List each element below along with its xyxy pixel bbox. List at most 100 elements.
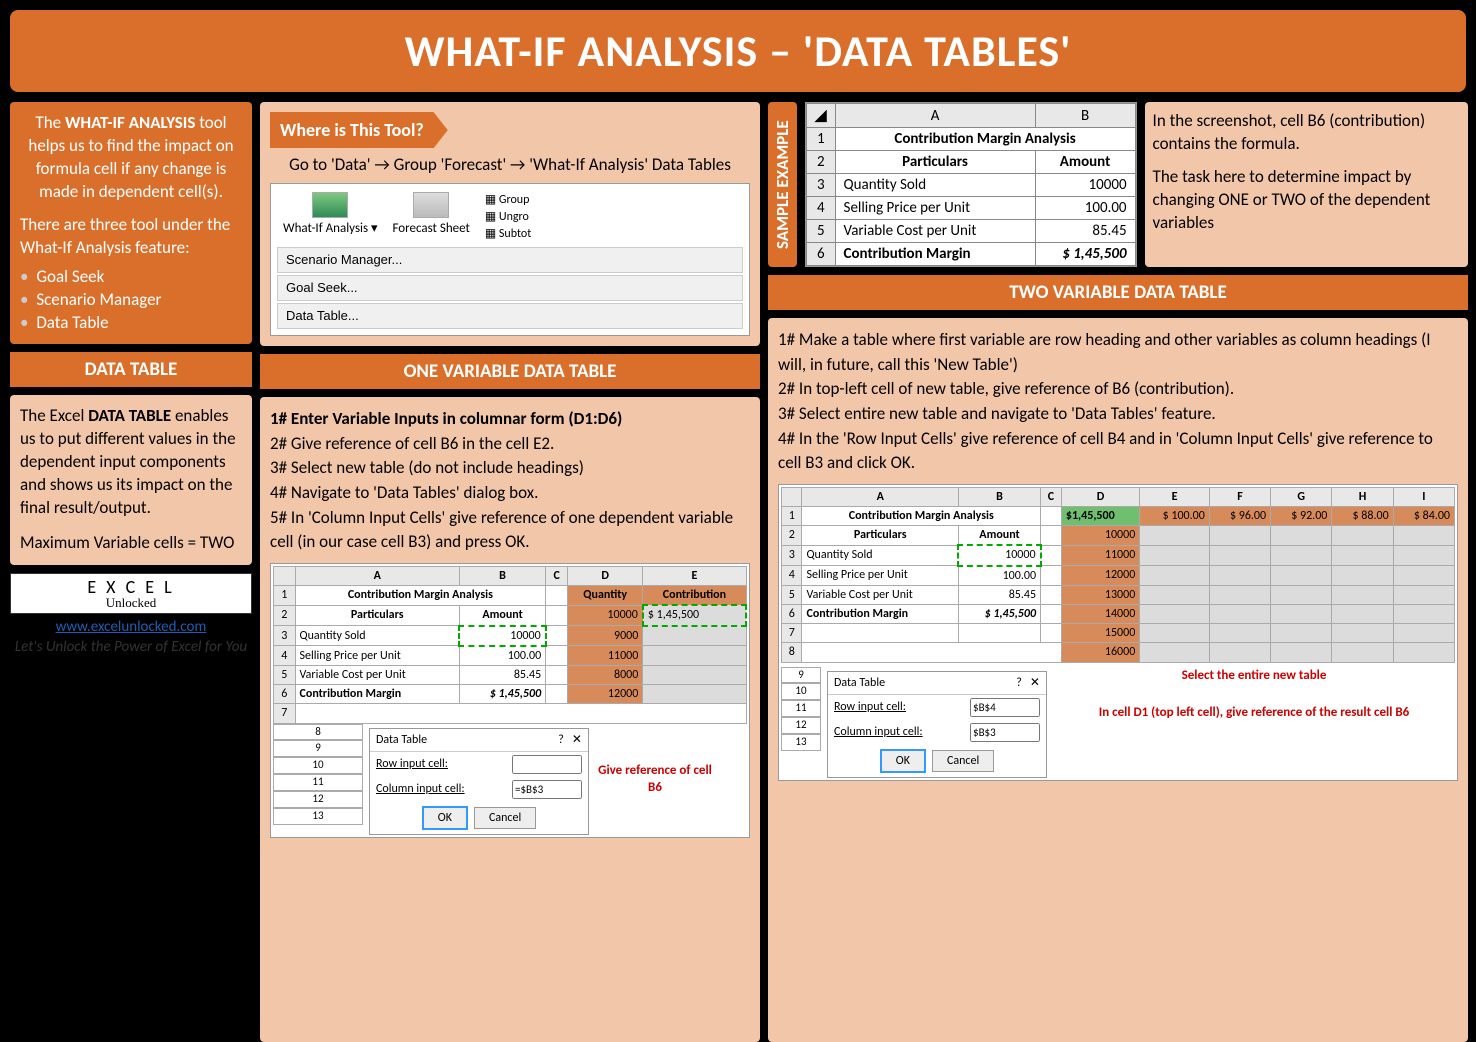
annotation: In cell D1 (top left cell), give referen… bbox=[1053, 704, 1455, 722]
c: Variable Cost per Unit bbox=[802, 585, 958, 604]
col-input[interactable] bbox=[512, 780, 582, 799]
t: 3# Select entire new table and navigate … bbox=[778, 402, 1458, 427]
ok-button[interactable]: OK bbox=[880, 749, 926, 773]
t: There are three tool under the What-If A… bbox=[20, 214, 242, 260]
menu-item: Data Table... bbox=[277, 303, 743, 329]
ok-button[interactable]: OK bbox=[422, 806, 468, 830]
menu-item: Goal Seek... bbox=[277, 275, 743, 301]
c: Quantity bbox=[568, 586, 643, 606]
row-input-2[interactable] bbox=[970, 698, 1040, 717]
t: What-If Analysis ▾ bbox=[283, 221, 378, 236]
where-box: Where is This Tool? Go to 'Data' → Group… bbox=[260, 102, 760, 346]
c: $ 96.00 bbox=[1209, 507, 1270, 526]
one-var-screenshot: ABCDE 1Contribution Margin AnalysisQuant… bbox=[270, 563, 750, 838]
annotation: Select the entire new table bbox=[1053, 667, 1455, 685]
two-var-box: 1# Make a table where first variable are… bbox=[768, 318, 1468, 1042]
c: $ 1,45,500 bbox=[643, 605, 746, 625]
logo-block: E X C E L Unlocked www.excelunlocked.com… bbox=[10, 573, 252, 656]
t: Column input cell: bbox=[376, 781, 465, 797]
li: Data Table bbox=[20, 312, 242, 335]
annotation: Give reference of cell B6 bbox=[595, 762, 715, 797]
c: Contribution Margin Analysis bbox=[802, 507, 1041, 526]
t: The bbox=[35, 112, 65, 133]
t: Row input cell: bbox=[376, 756, 448, 772]
c: $ 100.00 bbox=[1140, 507, 1210, 526]
t: 3# Select new table (do not include head… bbox=[270, 456, 750, 481]
c: Amount bbox=[459, 605, 545, 625]
c: 8000 bbox=[568, 665, 643, 684]
c: 10000 bbox=[1061, 526, 1139, 546]
logo-sub: Unlocked bbox=[15, 596, 247, 609]
c: Quantity Sold bbox=[295, 626, 459, 646]
c: Contribution Margin bbox=[802, 604, 958, 623]
t: 2# In top-left cell of new table, give r… bbox=[778, 377, 1458, 402]
c: $ 88.00 bbox=[1332, 507, 1393, 526]
where-path: Go to 'Data' → Group 'Forecast' → 'What-… bbox=[270, 154, 750, 177]
c: $ 1,45,500 bbox=[1035, 243, 1135, 266]
cancel-button[interactable]: Cancel bbox=[474, 807, 536, 829]
one-var-header: ONE VARIABLE DATA TABLE bbox=[260, 354, 760, 389]
t: The task here to determine impact by cha… bbox=[1153, 166, 1460, 235]
data-table-dialog-2: Data Table? ✕ Row input cell: Column inp… bbox=[827, 671, 1047, 778]
c: Contribution Margin bbox=[835, 243, 1035, 266]
t: Column input cell: bbox=[834, 724, 923, 740]
t: 5# In 'Column Input Cells' give referenc… bbox=[270, 506, 750, 555]
c: 9000 bbox=[568, 626, 643, 646]
menu-item: Scenario Manager... bbox=[277, 247, 743, 273]
c: 85.45 bbox=[459, 665, 545, 684]
c: 100.00 bbox=[1035, 197, 1135, 220]
c: $ 92.00 bbox=[1271, 507, 1332, 526]
page-title: WHAT-IF ANALYSIS – 'DATA TABLES' bbox=[10, 10, 1466, 92]
c: Amount bbox=[1035, 151, 1135, 174]
data-table-desc: The Excel DATA TABLE enables us to put d… bbox=[10, 395, 252, 565]
sample-label: SAMPLE EXAMPLE bbox=[768, 102, 797, 267]
data-table-dialog: Data Table? ✕ Row input cell: Column inp… bbox=[369, 728, 589, 835]
c: Selling Price per Unit bbox=[802, 566, 958, 586]
ribbon-screenshot: What-If Analysis ▾ Forecast Sheet ▦ Grou… bbox=[270, 183, 750, 336]
c: Particulars bbox=[835, 151, 1035, 174]
t: The Excel bbox=[20, 405, 88, 426]
c: 10000 bbox=[568, 605, 643, 625]
c: Contribution bbox=[643, 586, 746, 606]
c: Selling Price per Unit bbox=[835, 197, 1035, 220]
whatif-icon bbox=[312, 192, 348, 218]
li: Goal Seek bbox=[20, 266, 242, 289]
t: Maximum Variable cells = TWO bbox=[20, 532, 242, 555]
where-tab: Where is This Tool? bbox=[270, 112, 448, 148]
c: $ 1,45,500 bbox=[958, 604, 1040, 623]
c: $ 84.00 bbox=[1393, 507, 1454, 526]
c: Particulars bbox=[295, 605, 459, 625]
row-input[interactable] bbox=[512, 755, 582, 774]
logo-text: E X C E L bbox=[15, 578, 247, 596]
c: Amount bbox=[958, 526, 1040, 546]
one-var-box: 1# Enter Variable Inputs in columnar for… bbox=[260, 397, 760, 1042]
c: 85.45 bbox=[1035, 220, 1135, 243]
t: DATA TABLE bbox=[88, 405, 171, 426]
two-var-header: TWO VARIABLE DATA TABLE bbox=[768, 275, 1468, 310]
c: Selling Price per Unit bbox=[295, 646, 459, 666]
t: 1# Enter Variable Inputs in columnar for… bbox=[270, 408, 622, 429]
cancel-button[interactable]: Cancel bbox=[932, 750, 994, 772]
c: Variable Cost per Unit bbox=[835, 220, 1035, 243]
t: 2# Give reference of cell B6 in the cell… bbox=[270, 432, 750, 457]
li: Scenario Manager bbox=[20, 289, 242, 312]
c: 14000 bbox=[1061, 604, 1139, 623]
c: Contribution Margin Analysis bbox=[295, 586, 546, 606]
c: Quantity Sold bbox=[802, 545, 958, 565]
col-input-2[interactable] bbox=[970, 723, 1040, 742]
t: Data Table bbox=[376, 732, 427, 748]
c: Contribution Margin bbox=[295, 685, 459, 704]
c: 10000 bbox=[459, 626, 545, 646]
c: 100.00 bbox=[958, 566, 1040, 586]
c: 11000 bbox=[1061, 545, 1139, 565]
two-var-screenshot: ABCDEFGHI 1Contribution Margin Analysis$… bbox=[778, 484, 1458, 781]
site-link[interactable]: www.excelunlocked.com bbox=[10, 618, 252, 636]
c: Particulars bbox=[802, 526, 958, 546]
c: 12000 bbox=[568, 685, 643, 704]
tagline: Let's Unlock the Power of Excel for You bbox=[10, 638, 252, 656]
c: 100.00 bbox=[459, 646, 545, 666]
c: 13000 bbox=[1061, 585, 1139, 604]
c: 12000 bbox=[1061, 566, 1139, 586]
c: $1,45,500 bbox=[1061, 507, 1139, 526]
c: 11000 bbox=[568, 646, 643, 666]
